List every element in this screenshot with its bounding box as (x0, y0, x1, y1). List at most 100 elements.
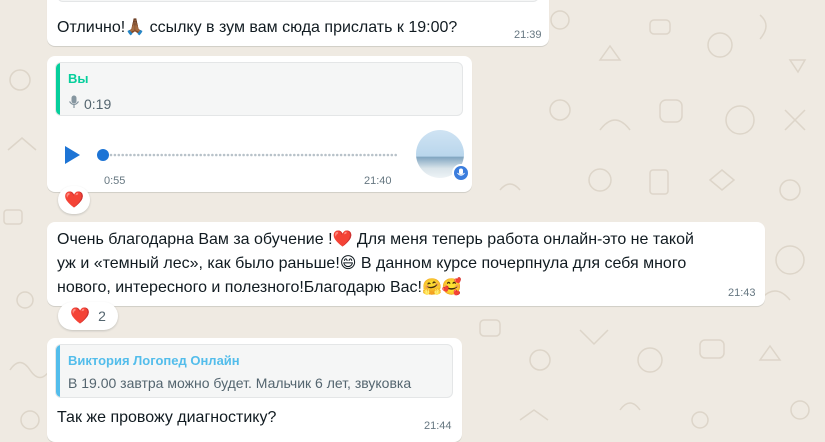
waveform-dot (359, 153, 362, 157)
waveform-dot (254, 153, 257, 157)
waveform-dot (257, 153, 261, 157)
heart-icon: ❤️ (70, 308, 91, 325)
waveform-dot (222, 153, 226, 157)
waveform-dot (152, 153, 156, 157)
waveform-dot (371, 153, 374, 157)
voice-seek-handle[interactable] (97, 149, 109, 161)
waveform-dot (109, 153, 113, 157)
quote-duration: 0:19 (84, 96, 112, 112)
waveform-dot (328, 153, 331, 157)
waveform-dot (156, 153, 160, 157)
play-icon[interactable] (63, 145, 81, 170)
waveform-dot (234, 153, 238, 157)
message-line-1: Очень благодарна Вам за обучение !❤️ Для… (57, 231, 694, 248)
waveform-dot (179, 153, 183, 157)
waveform-dot (168, 153, 171, 157)
quote-author: Виктория Логопед Онлайн (68, 353, 240, 368)
waveform-dot (382, 153, 386, 157)
waveform-dot (281, 153, 284, 157)
reaction-badge[interactable]: ❤️ (58, 186, 90, 214)
waveform-dot (277, 153, 280, 157)
waveform-dot (238, 153, 241, 157)
message-bubble-3[interactable]: Очень благодарна Вам за обучение !❤️ Для… (47, 222, 765, 306)
waveform-dot (125, 153, 128, 157)
waveform-dot (300, 153, 304, 157)
waveform-dot (363, 153, 366, 157)
waveform-dot (320, 153, 323, 157)
waveform-dot (203, 153, 206, 157)
waveform-dot (304, 153, 308, 157)
waveform-dot (374, 153, 378, 157)
waveform-dot (129, 153, 132, 157)
waveform-dot (144, 153, 148, 157)
voice-waveform[interactable] (97, 148, 401, 162)
waveform-dot (339, 153, 343, 157)
message-time: 21:44 (424, 420, 452, 432)
waveform-dot (140, 153, 144, 157)
message-time: 21:40 (364, 175, 392, 187)
reaction-badge[interactable]: ❤️ 2 (58, 302, 118, 330)
waveform-dot (386, 153, 390, 157)
message-text: Так же провожу диагностику? (57, 409, 277, 426)
waveform-dot (117, 153, 121, 157)
reaction-count: 2 (98, 308, 106, 324)
waveform-dot (246, 153, 249, 157)
waveform-dot (390, 153, 394, 157)
message-bubble-2[interactable]: Вы 0:19 0:55 21:40 (47, 56, 472, 192)
waveform-dot (316, 153, 319, 157)
waveform-dot (183, 153, 187, 157)
waveform-dot (265, 153, 269, 157)
waveform-dot (296, 153, 300, 157)
reply-quote-stub (57, 0, 539, 2)
message-bubble-4[interactable]: Виктория Логопед Онлайн В 19.00 завтра м… (47, 338, 462, 442)
quote-accent-bar (56, 345, 60, 397)
message-text: Отлично!🙏🏾 ссылку в зум вам сюда прислат… (57, 19, 458, 36)
waveform-dot (343, 153, 347, 157)
waveform-dot (113, 153, 117, 157)
waveform-dot (355, 153, 359, 157)
waveform-dot (218, 153, 222, 157)
waveform-dot (273, 153, 277, 157)
waveform-dot (137, 153, 140, 157)
waveform-dot (215, 153, 218, 157)
waveform-dot (351, 153, 355, 157)
waveform-dot (308, 153, 312, 157)
message-line-2: уж и «темный лес», как было раньше!😄 В д… (57, 255, 687, 272)
waveform-dot (199, 153, 202, 157)
waveform-dot (164, 153, 167, 157)
waveform-dot (207, 153, 210, 157)
waveform-dot (226, 153, 230, 157)
waveform-dot (160, 153, 163, 157)
quote-text: В 19.00 завтра можно будет. Мальчик 6 ле… (68, 375, 412, 391)
quote-author: Вы (68, 71, 89, 86)
waveform-dot (176, 153, 179, 157)
heart-icon: ❤️ (64, 192, 84, 209)
reply-quote[interactable]: Виктория Логопед Онлайн В 19.00 завтра м… (55, 344, 453, 398)
waveform-dot (172, 153, 175, 157)
message-time-1: 21:39 (514, 29, 542, 41)
quote-accent-bar (56, 63, 60, 115)
waveform-dot (261, 153, 265, 157)
waveform-dot (250, 153, 253, 157)
waveform-dot (378, 153, 382, 157)
waveform-dot (195, 153, 199, 157)
reply-quote[interactable]: Вы 0:19 (55, 62, 463, 116)
message-time: 21:43 (728, 287, 756, 299)
mic-badge (452, 164, 470, 182)
message-bubble-1[interactable]: Отлично!🙏🏾 ссылку в зум вам сюда прислат… (47, 0, 549, 46)
waveform-dot (324, 153, 327, 157)
waveform-dot (332, 153, 335, 157)
voice-played-time: 0:55 (104, 175, 126, 187)
waveform-dot (148, 153, 152, 157)
waveform-dot (285, 153, 288, 157)
mic-icon (68, 95, 80, 114)
waveform-dot (269, 153, 273, 157)
waveform-dot (211, 153, 214, 157)
waveform-dot (335, 153, 339, 157)
waveform-dot (121, 153, 124, 157)
waveform-dot (347, 153, 351, 157)
waveform-dot (367, 153, 370, 157)
waveform-dot (312, 153, 316, 157)
message-line-3: нового, интересного и полезного!Благодар… (57, 279, 462, 296)
waveform-dot (242, 153, 245, 157)
